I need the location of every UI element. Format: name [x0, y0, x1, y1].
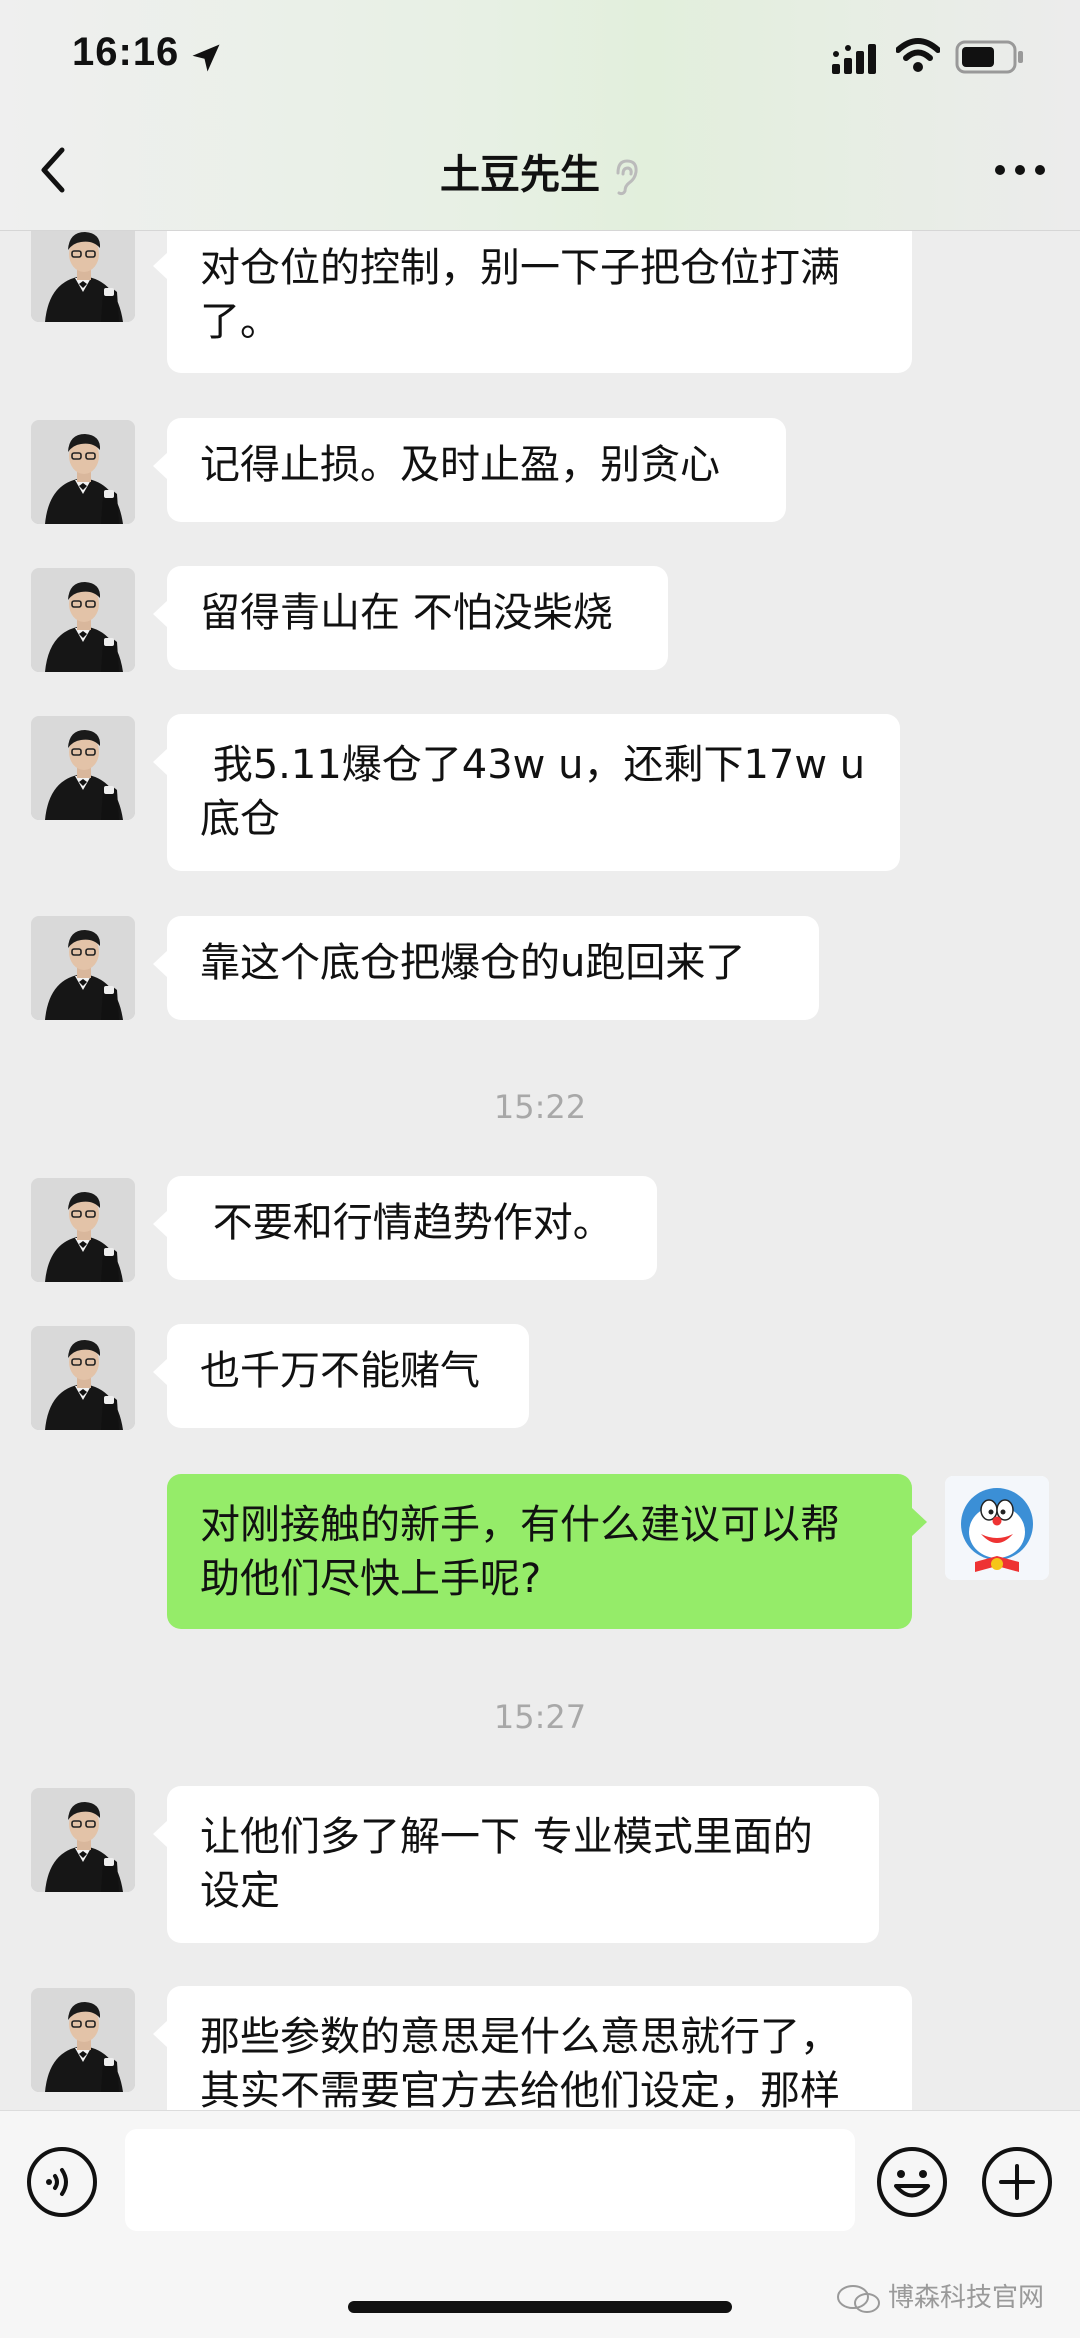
contact-avatar[interactable]: [31, 218, 135, 322]
location-arrow-icon: [192, 44, 220, 72]
cellular-signal-icon: [832, 44, 876, 74]
contact-avatar[interactable]: [31, 1788, 135, 1892]
wechat-logo-icon: [837, 2284, 880, 2313]
chat-title-text: 土豆先生: [440, 152, 600, 198]
message-bubble[interactable]: 让他们多了解一下 专业模式里面的 设定: [153, 1786, 879, 1943]
input-bar: 博森科技官网: [0, 2110, 1080, 2338]
message-bubble[interactable]: 记得止损。及时止盈，别贪心: [153, 418, 786, 522]
message-bubble[interactable]: 不要和行情趋势作对。: [153, 1176, 657, 1280]
my-message-bubble[interactable]: 对刚接触的新手，有什么建议可以帮 助他们尽快上手呢?: [167, 1474, 927, 1629]
voice-input-icon[interactable]: [25, 2145, 99, 2219]
timestamp: 15:27: [493, 1698, 587, 1736]
my-avatar[interactable]: [945, 1476, 1049, 1580]
emoji-icon[interactable]: [875, 2145, 949, 2219]
top-bar: 16:16 土豆先生: [0, 0, 1080, 231]
watermark-text: 博森科技官网: [888, 2283, 1045, 2313]
doraemon-avatar-icon: [945, 1476, 1049, 1580]
ear-icon: [616, 159, 638, 196]
timestamp: 15:22: [493, 1088, 587, 1126]
chat-title: 土豆先生: [0, 142, 1080, 200]
contact-avatar[interactable]: [31, 716, 135, 820]
watermark: 博森科技官网: [836, 2277, 1044, 2314]
message-bubble[interactable]: 对仓位的控制，别一下子把仓位打满 了。: [153, 218, 912, 373]
contact-avatar[interactable]: [31, 916, 135, 1020]
home-indicator[interactable]: [348, 2301, 732, 2313]
message-input[interactable]: [125, 2129, 855, 2231]
status-time: 16:16: [72, 30, 180, 74]
contact-avatar[interactable]: [31, 420, 135, 524]
add-more-icon[interactable]: [980, 2145, 1054, 2219]
message-bubble[interactable]: 也千万不能赌气: [153, 1324, 529, 1428]
contact-avatar[interactable]: [31, 1178, 135, 1282]
more-options-icon[interactable]: [990, 150, 1050, 190]
message-bubble[interactable]: 靠这个底仓把爆仓的u跑回来了: [153, 916, 819, 1020]
message-bubble[interactable]: 留得青山在 不怕没柴烧: [153, 566, 668, 670]
contact-avatar[interactable]: [31, 1326, 135, 1430]
battery-icon: [955, 40, 1023, 74]
contact-avatar[interactable]: [31, 568, 135, 672]
contact-avatar[interactable]: [31, 1988, 135, 2092]
message-bubble[interactable]: 我5.11爆仓了43w u，还剩下17w u 底仓: [153, 714, 900, 871]
wifi-icon: [896, 38, 940, 72]
